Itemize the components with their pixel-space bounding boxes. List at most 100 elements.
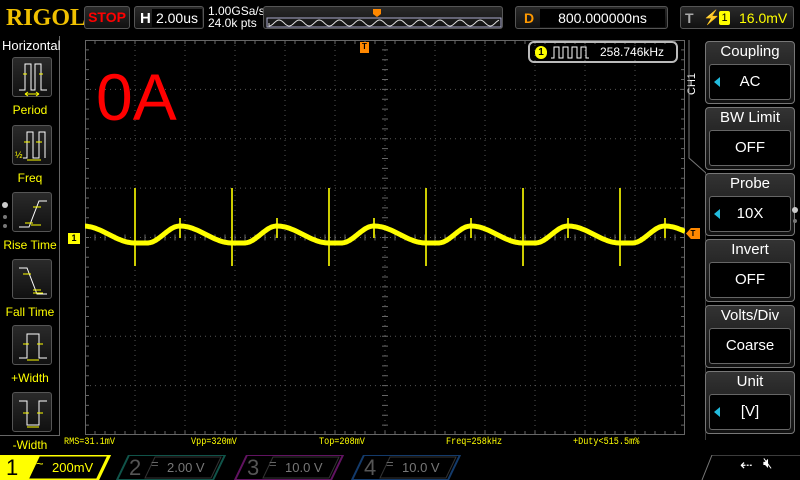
menu-volts-div[interactable]: Volts/Div Coarse [705, 305, 795, 368]
menu-title: Volts/Div [720, 307, 780, 324]
freq-icon: ½ [15, 131, 46, 161]
timebase-value: 2.00us [152, 9, 202, 27]
waveform-overview[interactable] [263, 6, 503, 29]
horizontal-measure-menu: Horizontal Period ½ Freq Rise Time Fall Time… [0, 36, 61, 452]
menu-invert[interactable]: Invert OFF [705, 239, 795, 302]
period-button[interactable] [12, 57, 52, 97]
measurement-vpp: Vpp=320mV [191, 437, 237, 448]
menu-value: OFF [709, 262, 791, 298]
channel-scale: 10.0 V [285, 460, 323, 475]
timebase-box[interactable]: H 2.00us [134, 6, 204, 29]
svg-text:½: ½ [15, 150, 23, 160]
rising-edge-icon: ⚡ [703, 9, 721, 25]
menu-item-label: +Width [11, 371, 49, 385]
t-label: T [685, 10, 694, 26]
menu-title: Coupling [720, 43, 780, 60]
channel-4-button[interactable]: 4 = 10.0 V [350, 455, 462, 480]
menu-title: Horizontal [2, 38, 61, 53]
channel-1-button[interactable]: 1 ~ 200mV [0, 455, 112, 480]
square-wave-icon [551, 46, 589, 59]
coupling-icon: = [386, 456, 394, 471]
acquisition-info: 1.00GSa/s 24.0k pts [208, 5, 265, 29]
delay-box[interactable]: D 800.000000ns [515, 6, 668, 29]
channel1-offset-marker[interactable]: 1 [68, 233, 80, 244]
run-stop-status[interactable]: STOP [84, 6, 130, 29]
trigger-source: 1 [719, 11, 730, 25]
channel-number: 4 [364, 455, 377, 480]
channel-2-button[interactable]: 2 = 2.00 V [115, 455, 227, 480]
coupling-icon: ~ [36, 456, 44, 471]
delay-value: 800.000000ns [540, 9, 665, 27]
counter-value: 258.746kHz [600, 45, 665, 59]
usb-icon: ⇠ [740, 457, 753, 474]
channel-scale: 2.00 V [167, 460, 205, 475]
trigger-position-marker[interactable]: T [360, 42, 369, 53]
page-dot-active [792, 207, 798, 213]
arrow-left-icon [714, 77, 720, 87]
trigger-level: 16.0mV [739, 10, 788, 26]
channel-number: 3 [247, 455, 260, 480]
page-dot [793, 219, 797, 223]
rise-time-button[interactable] [12, 192, 52, 232]
coupling-icon: = [269, 456, 277, 471]
menu-value-text: Coarse [725, 337, 775, 354]
measurement-rms: RMS=31.1mV [64, 437, 116, 448]
menu-title: Unit [736, 373, 764, 390]
menu-coupling[interactable]: Coupling AC [705, 41, 795, 104]
menu-value-text: [V] [740, 403, 760, 420]
menu-title: BW Limit [720, 109, 780, 126]
width-button[interactable] [12, 325, 52, 365]
rise-time-icon [19, 200, 47, 228]
frequency-counter: 1 258.746kHz [528, 41, 678, 63]
menu-probe[interactable]: Probe 10X [705, 173, 795, 236]
period-icon [19, 63, 47, 97]
menu-title: Invert [731, 241, 769, 258]
menu-value: 10X [709, 196, 791, 232]
menu-connector [688, 40, 706, 440]
arrow-left-icon [714, 209, 720, 219]
menu-value: AC [709, 64, 791, 100]
measurement-duty: +Duty<515.5m% [573, 437, 640, 448]
fall-time-icon [19, 267, 47, 295]
page-dot [3, 215, 7, 219]
sound-muted-icon[interactable]: 🔇︎ [763, 455, 772, 472]
trigger-box[interactable]: T ⚡ 1 16.0mV [680, 6, 794, 29]
channel-scale: 10.0 V [402, 460, 440, 475]
menu-value-text: OFF [735, 139, 765, 156]
width-button[interactable] [12, 392, 52, 432]
overview-wave [266, 9, 502, 28]
channel-scale: 200mV [52, 460, 94, 475]
menu-value-text: OFF [735, 271, 765, 288]
freq-button[interactable]: ½ [12, 125, 52, 165]
d-label: D [524, 10, 535, 26]
page-dot [3, 224, 7, 228]
memory-depth: 24.0k pts [208, 16, 257, 30]
menu-item-label: Rise Time [3, 238, 57, 252]
rigol-logo: RIGOL [6, 5, 87, 31]
measurement-freq: Freq=258kHz [446, 437, 503, 448]
menu-unit[interactable]: Unit [V] [705, 371, 795, 434]
menu-value-text: AC [739, 73, 761, 90]
menu-title: Probe [729, 175, 771, 192]
measurement-top: Top=208mV [319, 437, 365, 448]
neg-width-icon [19, 400, 47, 428]
h-label: H [140, 10, 151, 27]
page-dot-active [2, 202, 8, 208]
arrow-left-icon [714, 407, 720, 417]
menu-value: Coarse [709, 328, 791, 364]
menu-item-label: Period [12, 103, 48, 117]
menu-item-label: Freq [17, 171, 43, 185]
counter-channel: 1 [535, 46, 547, 59]
channel-3-button[interactable]: 3 = 10.0 V [233, 455, 345, 480]
menu-item-label: Fall Time [5, 305, 55, 319]
channel-number: 1 [6, 455, 19, 480]
pos-width-icon [19, 333, 47, 361]
channel-number: 2 [129, 455, 142, 480]
fall-time-button[interactable] [12, 259, 52, 299]
coupling-icon: = [151, 456, 159, 471]
menu-value-text: 10X [736, 205, 764, 222]
annotation-text: 0A [96, 60, 177, 134]
menu-value: [V] [709, 394, 791, 430]
menu-bw-limit[interactable]: BW Limit OFF [705, 107, 795, 170]
menu-item-label: -Width [12, 438, 48, 452]
